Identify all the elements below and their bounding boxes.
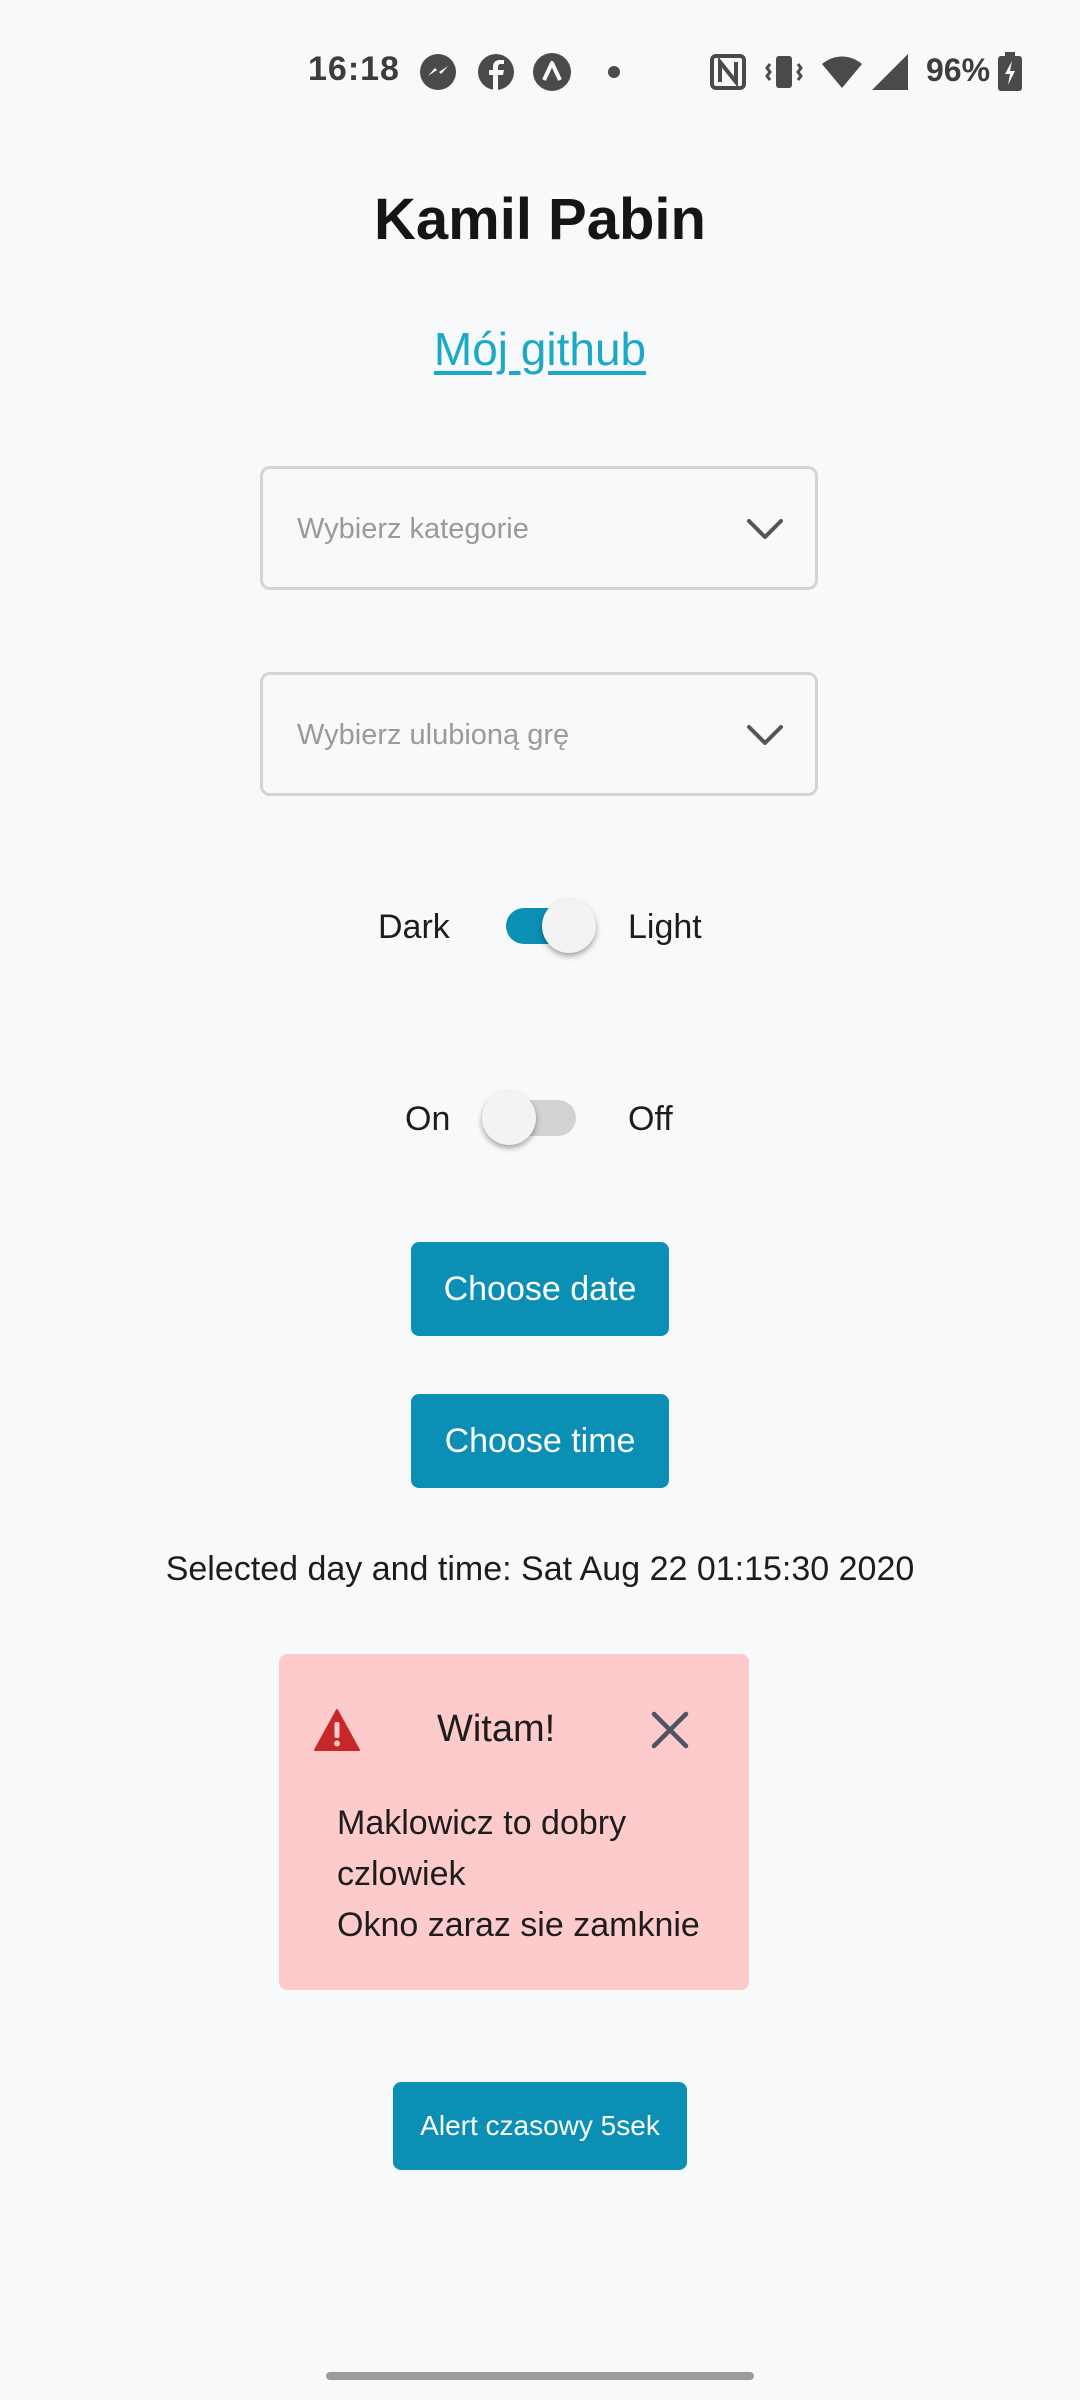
choose-date-button[interactable]: Choose date [411, 1242, 669, 1336]
alert-message-line: Okno zaraz sie zamknie [337, 1906, 700, 1944]
app-notification-icon [533, 53, 571, 91]
category-select-placeholder: Wybierz kategorie [297, 513, 529, 545]
choose-time-button[interactable]: Choose time [411, 1394, 669, 1488]
power-switch[interactable] [480, 1088, 580, 1150]
alert-message-line: Maklowicz to dobry [337, 1804, 627, 1842]
favorite-game-select[interactable]: Wybierz ulubioną grę [260, 672, 818, 796]
nfc-icon [710, 54, 746, 90]
home-indicator[interactable] [326, 2372, 754, 2380]
close-icon[interactable] [648, 1708, 692, 1752]
battery-charging-icon [998, 52, 1022, 91]
alert-dialog: Witam! Maklowicz to dobry czlowiek Okno … [279, 1654, 749, 1990]
theme-switch[interactable] [500, 896, 600, 958]
alert-message-line: czlowiek [337, 1855, 466, 1893]
power-switch-label-off: Off [628, 1100, 673, 1138]
chevron-down-icon [747, 725, 783, 745]
signal-icon [872, 54, 908, 90]
category-select[interactable]: Wybierz kategorie [260, 466, 818, 590]
theme-switch-thumb [542, 899, 596, 953]
theme-switch-label-dark: Dark [378, 908, 450, 946]
page-title: Kamil Pabin [374, 187, 706, 252]
selected-datetime-text: Selected day and time: Sat Aug 22 01:15:… [165, 1550, 915, 1588]
power-switch-thumb [482, 1091, 536, 1145]
chevron-down-icon [747, 519, 783, 539]
status-bar: 16:18 96% [0, 0, 1080, 140]
vibrate-icon [765, 56, 803, 88]
theme-switch-label-light: Light [628, 908, 702, 946]
warning-icon [314, 1709, 360, 1751]
facebook-icon [478, 54, 514, 90]
dot-icon [608, 66, 620, 78]
battery-percent: 96% [926, 52, 991, 88]
messenger-icon [420, 54, 456, 90]
wifi-icon [822, 56, 862, 88]
alert-title: Witam! [437, 1708, 556, 1750]
github-link[interactable]: Mój github [0, 322, 1080, 376]
favorite-game-select-placeholder: Wybierz ulubioną grę [297, 719, 570, 751]
power-switch-label-on: On [405, 1100, 451, 1138]
status-time: 16:18 [308, 50, 400, 88]
timed-alert-button[interactable]: Alert czasowy 5sek [393, 2082, 687, 2170]
